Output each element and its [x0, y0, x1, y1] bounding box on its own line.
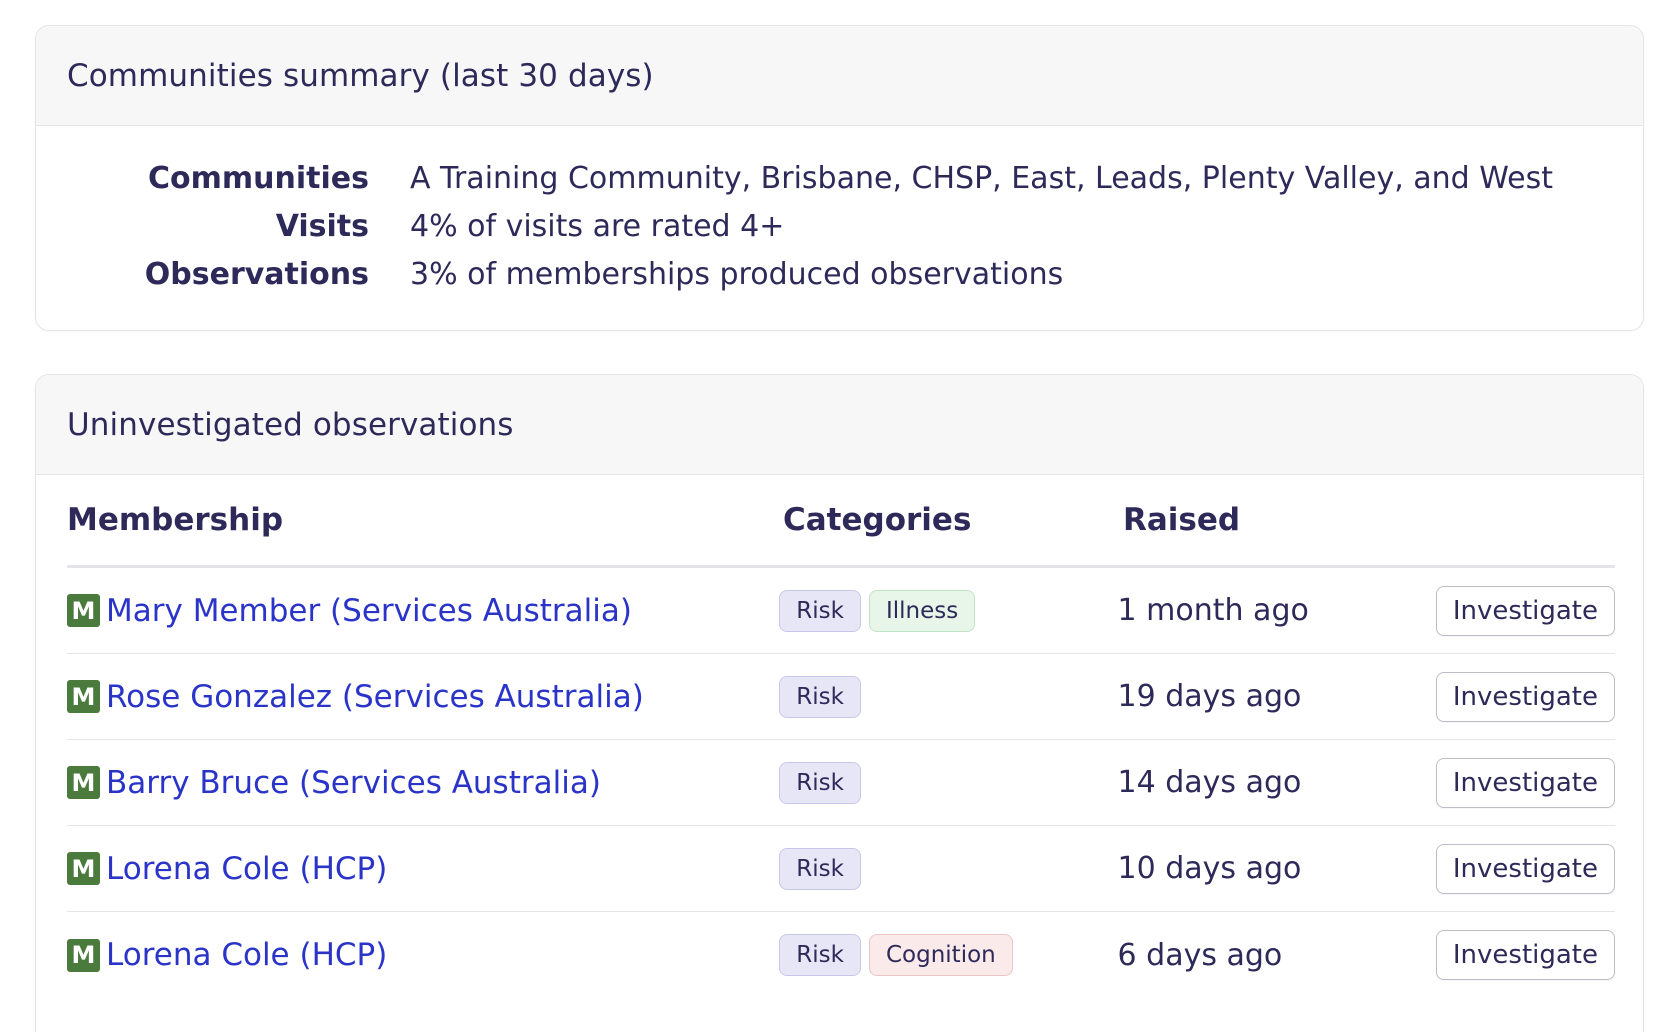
investigate-button[interactable]: Investigate [1435, 843, 1615, 894]
table-header: Membership Categories Raised [67, 475, 1615, 568]
uninvestigated-observations-title: Uninvestigated observations [36, 375, 1643, 475]
dashboard-page: Communities summary (last 30 days) Commu… [0, 0, 1680, 1032]
uninvestigated-observations-card: Uninvestigated observations Membership C… [35, 374, 1644, 1032]
category-badge-cognition: Cognition [868, 934, 1013, 976]
summary-label: Communities [148, 160, 369, 196]
table-row: M Lorena Cole (HCP) Risk 10 days ago Inv… [67, 826, 1615, 912]
categories-cell: Risk [779, 675, 1117, 718]
member-link[interactable]: Barry Bruce (Services Australia) [106, 765, 601, 801]
communities-summary-card: Communities summary (last 30 days) Commu… [35, 25, 1644, 331]
column-header-categories: Categories [783, 502, 972, 538]
category-badge-risk: Risk [779, 589, 861, 632]
membership-badge-icon: M [67, 766, 100, 799]
raised-cell: 14 days ago [1117, 765, 1302, 800]
raised-cell: 19 days ago [1117, 679, 1302, 714]
action-cell: Investigate [1435, 843, 1615, 894]
investigate-button[interactable]: Investigate [1435, 930, 1615, 980]
member-link[interactable]: Mary Member (Services Australia) [106, 593, 632, 629]
summary-row-observations: Observations 3% of memberships produced … [36, 250, 1643, 298]
membership-cell: M Barry Bruce (Services Australia) [67, 765, 779, 801]
categories-cell: Risk Cognition [779, 934, 1117, 976]
categories-cell: Risk Illness [779, 589, 1117, 632]
membership-cell: M Lorena Cole (HCP) [67, 937, 779, 973]
column-header-membership: Membership [67, 502, 284, 538]
investigate-button[interactable]: Investigate [1435, 585, 1615, 636]
table-row: M Lorena Cole (HCP) Risk Cognition 6 day… [67, 912, 1615, 998]
membership-cell: M Mary Member (Services Australia) [67, 593, 779, 629]
raised-cell: 6 days ago [1117, 937, 1283, 973]
categories-cell: Risk [779, 847, 1117, 890]
summary-row-visits: Visits 4% of visits are rated 4+ [36, 202, 1643, 250]
action-cell: Investigate [1435, 585, 1615, 636]
membership-badge-icon: M [67, 680, 100, 713]
category-badge-risk: Risk [779, 761, 861, 804]
summary-value: A Training Community, Brisbane, CHSP, Ea… [410, 160, 1554, 196]
category-badge-risk: Risk [779, 847, 861, 890]
category-badge-risk: Risk [779, 934, 861, 976]
raised-cell: 1 month ago [1117, 593, 1309, 628]
summary-list: Communities A Training Community, Brisba… [36, 126, 1643, 298]
summary-value: 4% of visits are rated 4+ [410, 208, 785, 244]
summary-row-communities: Communities A Training Community, Brisba… [36, 154, 1643, 202]
membership-cell: M Rose Gonzalez (Services Australia) [67, 679, 779, 715]
communities-summary-title: Communities summary (last 30 days) [36, 26, 1643, 126]
summary-label: Observations [144, 256, 369, 292]
member-link[interactable]: Rose Gonzalez (Services Australia) [106, 679, 644, 715]
action-cell: Investigate [1435, 757, 1615, 808]
summary-label: Visits [275, 208, 369, 244]
column-header-raised: Raised [1123, 502, 1241, 538]
table-row: M Barry Bruce (Services Australia) Risk … [67, 740, 1615, 826]
member-link[interactable]: Lorena Cole (HCP) [106, 851, 387, 887]
investigate-button[interactable]: Investigate [1435, 757, 1615, 808]
investigate-button[interactable]: Investigate [1435, 671, 1615, 722]
summary-value: 3% of memberships produced observations [410, 256, 1064, 292]
member-link[interactable]: Lorena Cole (HCP) [106, 937, 387, 973]
raised-cell: 10 days ago [1117, 851, 1302, 886]
table-row: M Mary Member (Services Australia) Risk … [67, 568, 1615, 654]
table-row: M Rose Gonzalez (Services Australia) Ris… [67, 654, 1615, 740]
categories-cell: Risk [779, 761, 1117, 804]
membership-badge-icon: M [67, 938, 100, 972]
category-badge-illness: Illness [868, 589, 976, 632]
action-cell: Investigate [1435, 671, 1615, 722]
membership-cell: M Lorena Cole (HCP) [67, 851, 779, 887]
membership-badge-icon: M [67, 852, 100, 885]
category-badge-risk: Risk [779, 675, 861, 718]
membership-badge-icon: M [67, 594, 100, 627]
action-cell: Investigate [1435, 930, 1615, 980]
observations-table: Membership Categories Raised M Mary Memb… [67, 475, 1615, 998]
